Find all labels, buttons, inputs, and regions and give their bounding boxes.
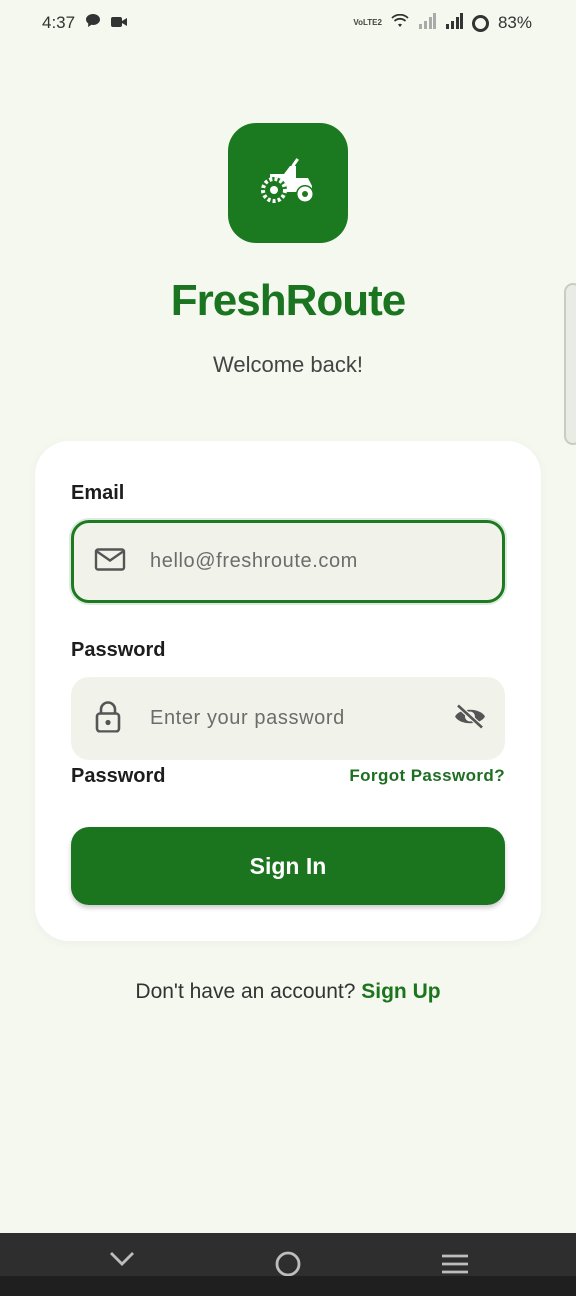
email-label: Email xyxy=(71,482,125,504)
eye-off-icon[interactable] xyxy=(453,702,487,735)
password-field[interactable]: Enter your password xyxy=(71,677,505,760)
login-card: Email hello@freshroute.com Password Ente… xyxy=(35,441,541,941)
battery-percent: 83% xyxy=(497,13,532,32)
signup-row: Don't have an account? Sign Up xyxy=(0,980,576,1004)
back-chevron-icon[interactable] xyxy=(109,1251,135,1272)
status-time: 4:37 xyxy=(42,13,76,32)
password-placeholder: Enter your password xyxy=(150,707,345,729)
volte-label: VoLTE2 xyxy=(353,18,382,27)
app-logo xyxy=(228,123,348,243)
wifi-icon xyxy=(391,13,409,33)
lock-icon xyxy=(95,700,121,737)
signal-icon xyxy=(445,12,463,34)
email-placeholder: hello@freshroute.com xyxy=(150,550,358,572)
forgot-password-link[interactable]: Forgot Password? xyxy=(349,766,505,786)
mail-icon xyxy=(94,547,126,576)
password-label-repeat: Password xyxy=(71,765,166,787)
status-bar: 4:37 VoLTE2 83% xyxy=(0,0,576,46)
email-field[interactable]: hello@freshroute.com xyxy=(71,520,505,603)
video-icon xyxy=(111,13,128,33)
status-right: VoLTE2 83% xyxy=(353,12,532,34)
signal-icon xyxy=(418,12,436,34)
signup-prompt: Don't have an account? xyxy=(135,980,356,1003)
password-label: Password xyxy=(71,639,166,661)
sign-up-link[interactable]: Sign Up xyxy=(361,980,440,1003)
battery-ring-icon xyxy=(471,14,489,32)
app-title: FreshRoute xyxy=(170,276,406,325)
status-left: 4:37 xyxy=(42,13,128,33)
gesture-strip xyxy=(0,1276,576,1296)
welcome-subtitle: Welcome back! xyxy=(213,352,363,377)
tractor-icon xyxy=(256,156,320,211)
chat-bubble-icon xyxy=(85,13,101,33)
sign-in-button[interactable]: Sign In xyxy=(71,827,505,905)
